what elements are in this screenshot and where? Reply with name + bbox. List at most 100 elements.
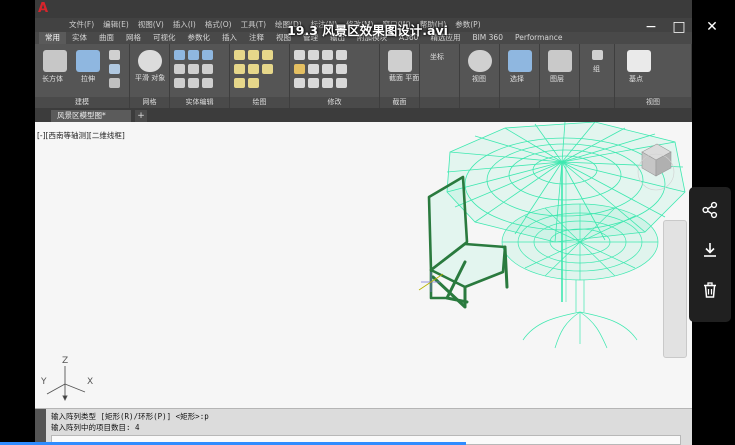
ribbon-group-modify: 修改 bbox=[290, 44, 380, 108]
ribbon-group-group: 组 bbox=[580, 44, 615, 108]
thicken-icon[interactable] bbox=[188, 64, 199, 74]
base-point-label: 基点 bbox=[629, 75, 643, 83]
intersect-icon[interactable] bbox=[202, 50, 213, 60]
mirror-icon[interactable] bbox=[336, 50, 347, 60]
view-label: 视图 bbox=[472, 75, 486, 83]
navigation-bar[interactable] bbox=[663, 220, 687, 358]
coordinates-label: 坐标 bbox=[430, 53, 444, 61]
array-icon[interactable] bbox=[308, 78, 319, 88]
close-button[interactable]: ✕ bbox=[702, 17, 722, 37]
loft-icon[interactable] bbox=[109, 64, 120, 74]
hatch-icon[interactable] bbox=[234, 78, 245, 88]
extrude-icon[interactable] bbox=[76, 50, 100, 72]
smooth-object-icon[interactable] bbox=[138, 50, 162, 72]
command-history-line-1: 输入阵列类型 [矩形(R)/环形(P)] <矩形>:p bbox=[51, 412, 209, 421]
ucs-x-label: X bbox=[87, 377, 93, 387]
ribbon-group-view: 基点 视图 bbox=[615, 44, 692, 108]
fillet-edges-icon[interactable] bbox=[202, 78, 213, 88]
extract-edges-icon[interactable] bbox=[174, 78, 185, 88]
explode-icon[interactable] bbox=[322, 64, 333, 74]
section-plane-icon[interactable] bbox=[388, 50, 412, 72]
copy-icon[interactable] bbox=[294, 64, 305, 74]
ribbon-group-mesh: 平滑 对象 网格 bbox=[130, 44, 170, 108]
ucs-icon bbox=[46, 366, 86, 402]
group-label-layer bbox=[540, 97, 579, 108]
video-frame[interactable]: A 文件(F) 编辑(E) 视图(V) 插入(I) 格式(O) 工具(T) 绘图… bbox=[35, 0, 692, 445]
add-tab-icon[interactable]: + bbox=[135, 110, 147, 122]
group-icon[interactable] bbox=[592, 50, 603, 60]
interfere-icon[interactable] bbox=[202, 64, 213, 74]
box-label: 长方体 bbox=[42, 75, 63, 83]
layer-label: 图层 bbox=[550, 75, 564, 83]
spline-icon[interactable] bbox=[248, 78, 259, 88]
ucs-z-label: Z bbox=[62, 356, 68, 366]
ribbon-group-solid-edit: 实体编辑 bbox=[170, 44, 230, 108]
command-history-line-2: 输入阵列中的项目数目: 4 bbox=[51, 423, 140, 432]
extrude-label: 拉伸 bbox=[81, 75, 95, 83]
group-label-group bbox=[580, 97, 614, 108]
group-label: 组 bbox=[593, 65, 600, 73]
download-icon bbox=[704, 243, 716, 257]
trim-icon[interactable] bbox=[322, 50, 333, 60]
ribbon-group-coordinates: 坐标 bbox=[420, 44, 460, 108]
layer-icon[interactable] bbox=[548, 50, 572, 72]
ellipse-icon[interactable] bbox=[262, 64, 273, 74]
stretch-icon[interactable] bbox=[336, 64, 347, 74]
group-label-view bbox=[460, 97, 499, 108]
move-icon[interactable] bbox=[294, 50, 305, 60]
maximize-button[interactable]: □ bbox=[669, 17, 689, 37]
view-icon[interactable] bbox=[468, 50, 492, 72]
rectangle-icon[interactable] bbox=[248, 64, 259, 74]
minimize-button[interactable]: − bbox=[641, 17, 661, 37]
download-button[interactable] bbox=[689, 235, 731, 265]
ucs-y-label: Y bbox=[40, 377, 47, 387]
subtract-icon[interactable] bbox=[188, 50, 199, 60]
table-wireframe bbox=[501, 203, 659, 349]
sweep-icon[interactable] bbox=[109, 50, 120, 60]
ribbon-group-section: 截面 平面 截面 bbox=[380, 44, 420, 108]
offset-icon[interactable] bbox=[322, 78, 333, 88]
circle-icon[interactable] bbox=[262, 50, 273, 60]
scale-icon[interactable] bbox=[294, 78, 305, 88]
video-title: 19.3 风景区效果图设计.avi bbox=[287, 23, 448, 38]
autocad-logo-icon: A bbox=[38, 1, 49, 16]
share-icon bbox=[702, 201, 718, 219]
drawing-viewport[interactable]: [-][西南等轴测][二维线框] Z Y X bbox=[35, 122, 692, 408]
autocad-titlebar: A bbox=[35, 0, 692, 18]
delete-button[interactable] bbox=[689, 275, 731, 305]
presspull-icon[interactable] bbox=[109, 78, 120, 88]
section-plane-label: 截面 平面 bbox=[389, 74, 420, 82]
union-icon[interactable] bbox=[174, 50, 185, 60]
slice-icon[interactable] bbox=[174, 64, 185, 74]
command-line-window: 输入阵列类型 [矩形(R)/环形(P)] <矩形>:p 输入阵列中的项目数目: … bbox=[35, 408, 692, 445]
trash-icon bbox=[704, 282, 716, 298]
arc-icon[interactable] bbox=[234, 64, 245, 74]
smooth-label: 平滑 对象 bbox=[135, 74, 166, 82]
share-button[interactable] bbox=[689, 195, 731, 225]
document-tab[interactable]: 风景区模型图* bbox=[51, 110, 131, 122]
document-tab-bar: 风景区模型图* + bbox=[35, 108, 692, 122]
offset-edges-icon[interactable] bbox=[188, 78, 199, 88]
group-label-mesh: 网格 bbox=[130, 97, 169, 108]
erase-icon[interactable] bbox=[336, 78, 347, 88]
polyline-icon[interactable] bbox=[248, 50, 259, 60]
ribbon-group-view-tools: 视图 bbox=[460, 44, 500, 108]
group-label-select bbox=[500, 97, 539, 108]
group-label-draw: 绘图 bbox=[230, 97, 289, 108]
video-player: A 文件(F) 编辑(E) 视图(V) 插入(I) 格式(O) 工具(T) 绘图… bbox=[0, 0, 735, 445]
group-label-view2: 视图 bbox=[615, 97, 691, 108]
ribbon-group-layer: 图层 bbox=[540, 44, 580, 108]
fillet-icon[interactable] bbox=[308, 64, 319, 74]
box-icon[interactable] bbox=[43, 50, 67, 72]
select-icon[interactable] bbox=[508, 50, 532, 72]
base-point-icon[interactable] bbox=[627, 50, 651, 72]
command-line-grip[interactable] bbox=[35, 409, 46, 445]
group-label-section: 截面 bbox=[380, 97, 419, 108]
model-scene: Z Y X bbox=[40, 122, 686, 402]
ribbon-group-modeling: 长方体 拉伸 建模 bbox=[35, 44, 130, 108]
group-label-modeling: 建模 bbox=[35, 97, 129, 108]
ribbon-group-draw: 绘图 bbox=[230, 44, 290, 108]
group-label-coordinates bbox=[420, 97, 459, 108]
rotate-icon[interactable] bbox=[308, 50, 319, 60]
line-icon[interactable] bbox=[234, 50, 245, 60]
